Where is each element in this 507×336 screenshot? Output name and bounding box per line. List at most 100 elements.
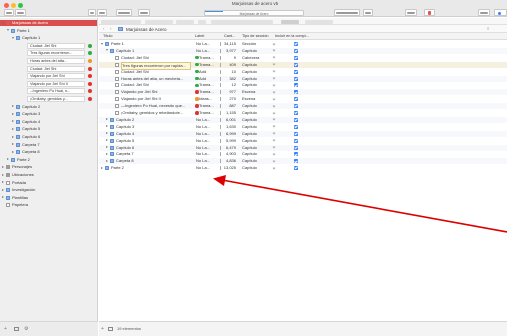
row-section-type[interactable]: Capítulo (242, 82, 270, 88)
binder-item[interactable]: Horas antes del atta... (0, 58, 97, 64)
disclosure-closed-icon[interactable] (2, 173, 4, 176)
close-window-button[interactable] (4, 3, 9, 8)
binder-item[interactable]: Carpeta 8 (0, 149, 97, 155)
folder-icon[interactable] (14, 327, 19, 331)
chevron-down-icon[interactable] (272, 124, 276, 128)
font-size-select[interactable] (198, 19, 206, 24)
include-in-compile-checkbox[interactable] (294, 111, 298, 115)
include-in-compile-checkbox[interactable] (294, 48, 298, 53)
binder-item[interactable]: Marjoissas de Acero (0, 20, 97, 26)
outline-row[interactable]: Capítulo 4 No La... 6,999 Capítulo (99, 130, 507, 137)
binder-item[interactable]: Parte 2 (0, 157, 97, 163)
disclosure-closed-icon[interactable] (12, 150, 14, 153)
add-item-icon[interactable]: + (4, 326, 7, 332)
disclosure-closed-icon[interactable] (106, 152, 108, 155)
row-title[interactable]: Capítulo 6 (116, 145, 191, 151)
row-title[interactable]: Carpeta 8 (116, 158, 191, 164)
disclosure-open-icon[interactable] (2, 21, 4, 24)
binder-item[interactable]: Capítulo 2 (0, 104, 97, 110)
row-label[interactable]: Add (199, 76, 219, 82)
outline-row[interactable]: Carpeta 7 No La... 4,903 Capítulo (99, 151, 507, 157)
row-label[interactable]: No La... (196, 165, 216, 171)
binder-card[interactable]: Tres figuras recorrieron... (27, 50, 85, 57)
binder-card[interactable]: Ciudad: Jiel Shi (27, 65, 85, 72)
binder-card[interactable]: --Ingeniero Po Huai, n... (27, 88, 85, 95)
disclosure-closed-icon[interactable] (106, 159, 108, 162)
row-label[interactable]: Add (199, 69, 219, 75)
disclosure-closed-icon[interactable] (2, 181, 4, 184)
outline-row[interactable]: Parte 2 No La... 13,025 Capítulo (99, 165, 507, 171)
row-title[interactable]: —Ingeniero Po Huai, necesito que... (121, 103, 191, 109)
row-label[interactable]: Ideas... (199, 96, 219, 102)
chevron-down-icon[interactable] (272, 62, 276, 66)
up-down-arrows-icon[interactable]: ≡ (487, 26, 489, 31)
style-select[interactable] (101, 19, 141, 24)
column-word-count[interactable]: Cant... (224, 34, 235, 38)
column-title[interactable]: Título (103, 34, 113, 38)
row-title[interactable]: Parte 1 (111, 41, 191, 47)
outline-row[interactable]: Capítulo 2 No La... 6,001 Capítulo (99, 116, 507, 123)
disclosure-closed-icon[interactable] (101, 166, 103, 169)
row-title[interactable]: Capítulo 3 (116, 124, 191, 130)
outline-row[interactable]: Ciudad: Jiel Shi Trama... 9 Cabecera (99, 55, 507, 61)
disclosure-closed-icon[interactable] (12, 112, 14, 115)
chevron-down-icon[interactable] (272, 104, 276, 108)
row-section-type[interactable]: Capítulo (242, 165, 270, 171)
chevron-down-icon[interactable] (272, 138, 276, 142)
row-section-type[interactable]: Escena (242, 89, 270, 95)
row-label[interactable]: No La... (196, 131, 216, 137)
binder-item[interactable]: --Ingeniero Po Huai, n... (0, 88, 97, 95)
folder-icon[interactable] (108, 327, 113, 331)
outline-row[interactable]: Capítulo 1 No La... 3,977 Capítulo (99, 47, 507, 54)
binder-item[interactable]: Capítulo 3 (0, 111, 97, 117)
row-section-type[interactable]: Capítulo (242, 62, 270, 68)
disclosure-open-icon[interactable] (106, 49, 108, 52)
column-include-in-compile[interactable]: Incluir en la compi... (275, 34, 309, 38)
info-button[interactable] (494, 9, 507, 16)
outline-row[interactable]: —Ingeniero Po Huai, necesito que... Trama… (99, 103, 507, 110)
binder-item[interactable]: Portada (0, 180, 97, 186)
include-in-compile-checkbox[interactable] (294, 138, 298, 143)
forward-arrow-icon[interactable]: › (110, 26, 112, 31)
outline-row[interactable]: Horas antes del atta, un mecheta... Add 38… (99, 75, 507, 82)
chevron-down-icon[interactable] (272, 166, 276, 170)
row-label[interactable]: No La... (196, 124, 216, 130)
outline-row[interactable]: Carpeta 8 No La... 4,836 Capítulo (99, 158, 507, 165)
outline-row[interactable]: Ciudad: Jiel Shi Add 10 Capítulo (99, 69, 507, 75)
binder-card[interactable]: ¡Ornitaby, gemidos y... (27, 96, 85, 102)
chevron-down-icon[interactable] (272, 131, 276, 135)
chevron-down-icon[interactable] (272, 145, 276, 149)
disclosure-closed-icon[interactable] (12, 105, 14, 108)
row-section-type[interactable]: Cabecera (242, 55, 270, 61)
disclosure-open-icon[interactable] (12, 36, 14, 39)
list-controls[interactable] (305, 19, 333, 24)
row-label[interactable]: Trama... (199, 55, 219, 61)
row-title[interactable]: Horas antes del atta, un mecheta... (121, 76, 191, 82)
disclosure-closed-icon[interactable] (2, 196, 4, 199)
include-in-compile-checkbox[interactable] (294, 55, 298, 60)
binder-item[interactable]: Viajando por Jiel Shi II (0, 80, 97, 87)
include-in-compile-checkbox[interactable] (294, 90, 298, 95)
chevron-down-icon[interactable] (272, 76, 276, 80)
row-title[interactable]: Viajando por Jiel Shi II (121, 96, 191, 102)
include-in-compile-checkbox[interactable] (294, 97, 298, 102)
row-title[interactable]: Ciudad: Jiel Shi (121, 69, 191, 75)
row-title[interactable]: Capítulo 5 (116, 138, 191, 144)
row-label[interactable]: Trama... (199, 89, 219, 95)
history-button[interactable] (15, 9, 26, 16)
binder-item[interactable]: Capítulo 5 (0, 126, 97, 132)
include-in-compile-checkbox[interactable] (294, 152, 298, 157)
include-in-compile-checkbox[interactable] (294, 124, 298, 129)
row-section-type[interactable]: Capítulo (242, 145, 270, 151)
include-in-compile-checkbox[interactable] (294, 83, 298, 88)
disclosure-closed-icon[interactable] (106, 125, 108, 128)
binder-item[interactable]: Ubicaciones (0, 172, 97, 178)
row-section-type[interactable]: Capítulo (242, 158, 270, 164)
include-in-compile-checkbox[interactable] (294, 62, 298, 67)
binder-item[interactable]: Viajando por Jiel Shi (0, 73, 97, 80)
row-label[interactable]: No La... (196, 48, 216, 54)
font-select[interactable] (145, 19, 173, 24)
include-in-compile-checkbox[interactable] (294, 131, 298, 136)
row-label[interactable]: Trama... (199, 110, 219, 116)
chevron-down-icon[interactable] (272, 55, 276, 59)
